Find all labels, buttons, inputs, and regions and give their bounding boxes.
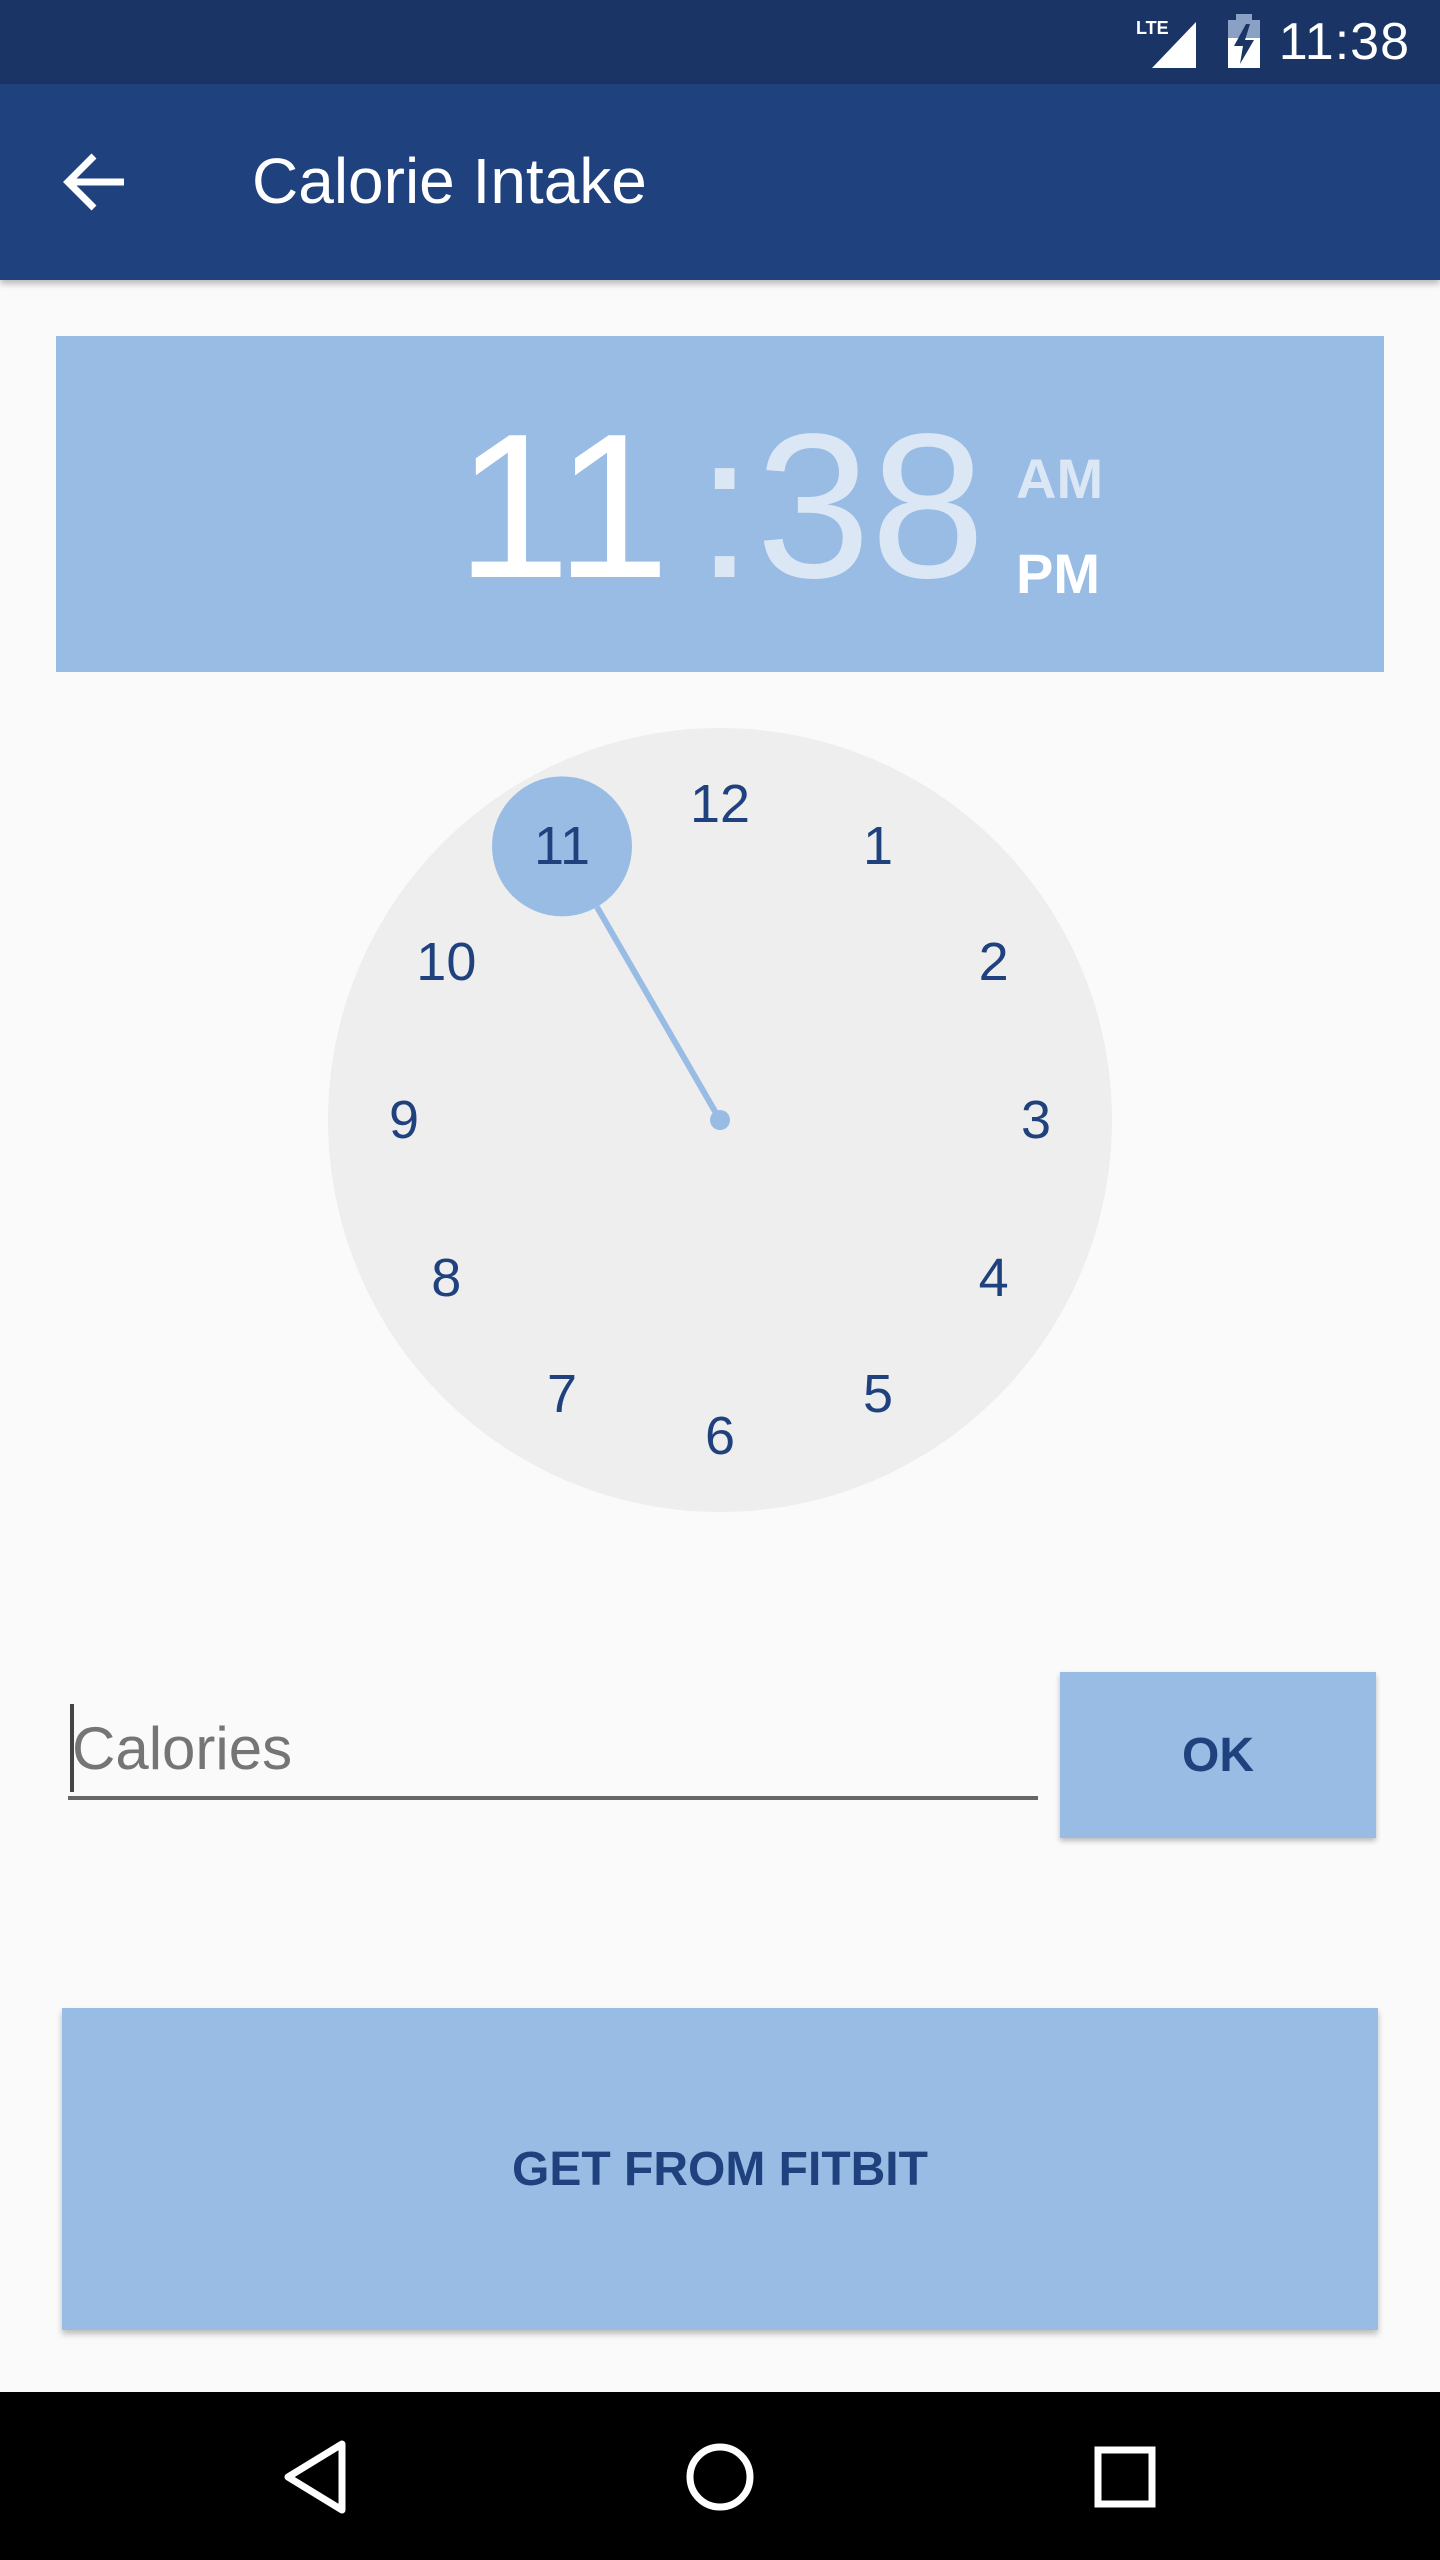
- status-time: 11:38: [1278, 13, 1410, 71]
- recents-square-icon[interactable]: [1080, 2432, 1170, 2522]
- clock-number-7[interactable]: 7: [512, 1359, 612, 1429]
- fitbit-button-label: GET FROM FITBIT: [512, 2142, 928, 2196]
- clock-number-8[interactable]: 8: [396, 1243, 496, 1313]
- pm-toggle[interactable]: PM: [1016, 541, 1100, 606]
- clock-hand: [594, 905, 723, 1122]
- hour-display[interactable]: 11: [456, 403, 670, 609]
- lte-signal-icon: LTE: [1136, 18, 1196, 68]
- navigation-bar: [0, 2392, 1440, 2560]
- minute-display[interactable]: 38: [756, 403, 985, 609]
- time-separator: :: [696, 391, 754, 621]
- time-display-header: 11 : 38 AM PM: [56, 336, 1384, 672]
- clock-number-9[interactable]: 9: [354, 1085, 454, 1155]
- get-from-fitbit-button[interactable]: GET FROM FITBIT: [62, 2008, 1378, 2330]
- back-triangle-icon[interactable]: [272, 2432, 362, 2522]
- clock-number-10[interactable]: 10: [396, 927, 496, 997]
- calories-field[interactable]: [68, 1700, 1038, 1800]
- ok-button[interactable]: OK: [1060, 1672, 1376, 1838]
- clock-number-5[interactable]: 5: [828, 1359, 928, 1429]
- arrow-back-icon[interactable]: [60, 146, 132, 218]
- text-cursor: [70, 1704, 74, 1792]
- status-bar: LTE 11:38: [0, 0, 1440, 84]
- clock-number-4[interactable]: 4: [944, 1243, 1044, 1313]
- clock-number-11[interactable]: 11: [512, 811, 612, 881]
- clock-number-1[interactable]: 1: [828, 811, 928, 881]
- clock-number-3[interactable]: 3: [986, 1085, 1086, 1155]
- ok-button-label: OK: [1182, 1728, 1254, 1782]
- clock-number-12[interactable]: 12: [670, 769, 770, 839]
- calories-input[interactable]: [68, 1700, 1038, 1796]
- svg-text:LTE: LTE: [1136, 18, 1169, 38]
- app-bar: Calorie Intake: [0, 84, 1440, 280]
- battery-charging-icon: [1228, 14, 1260, 68]
- page-title: Calorie Intake: [252, 145, 647, 217]
- clock-number-2[interactable]: 2: [944, 927, 1044, 997]
- am-toggle[interactable]: AM: [1016, 446, 1103, 511]
- home-circle-icon[interactable]: [675, 2432, 765, 2522]
- clock-number-6[interactable]: 6: [670, 1401, 770, 1471]
- clock-center-dot: [710, 1110, 730, 1130]
